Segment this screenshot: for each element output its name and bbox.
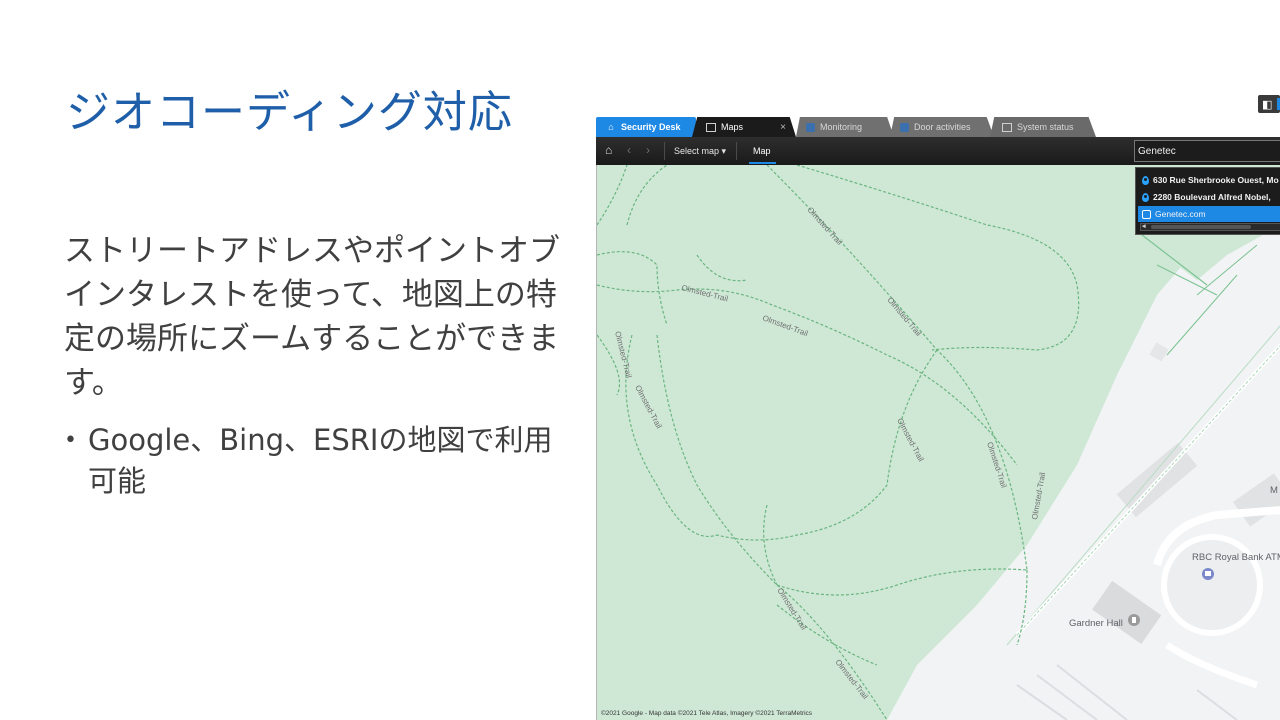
toolbar-divider (736, 142, 737, 160)
search-result-item[interactable]: 630 Rue Sherbrooke Ouest, Mo (1138, 172, 1280, 188)
slide-bullet-text: Google、Bing、ESRIの地図で利用可能 (88, 423, 553, 498)
search-result-label: 2280 Boulevard Alfred Nobel, (1153, 192, 1271, 202)
tab-security-desk-label: Security Desk (621, 122, 681, 132)
tab-bar: ⌂ Security Desk Maps × Monitoring Door a… (596, 117, 1280, 137)
search-results-dropdown: 630 Rue Sherbrooke Ouest, Mo 2280 Boulev… (1135, 167, 1280, 235)
map-attribution: ©2021 Google - Map data ©2021 Tele Atlas… (601, 710, 813, 717)
search-result-label: 630 Rue Sherbrooke Ouest, Mo (1153, 175, 1279, 185)
close-icon[interactable]: × (780, 122, 786, 133)
forward-arrow-icon[interactable]: › (646, 143, 650, 157)
security-desk-window: ◧ ⌂ Security Desk Maps × Monitoring Door… (596, 85, 1280, 720)
map-view-tab[interactable]: Map (753, 146, 771, 156)
tab-monitoring-label: Monitoring (820, 122, 863, 132)
system-status-icon (1002, 122, 1012, 132)
location-pin-icon (1142, 192, 1149, 202)
location-pin-icon (1142, 175, 1149, 185)
tab-door-activities-label: Door activities (914, 122, 971, 132)
tab-security-desk[interactable]: ⌂ Security Desk (596, 117, 696, 137)
poi-rbc-label: RBC Royal Bank ATM (1192, 552, 1280, 563)
toolbar-divider (664, 142, 665, 160)
map-toolbar: ⌂ ‹ › Select map ▾ Map (596, 137, 1280, 165)
bank-pin-icon[interactable] (1202, 568, 1214, 580)
tab-door-activities[interactable]: Door activities (890, 117, 994, 137)
tab-monitoring[interactable]: Monitoring (796, 117, 894, 137)
maps-icon (706, 122, 716, 132)
map-tab-indicator (749, 162, 776, 164)
website-icon (1142, 209, 1151, 219)
monitoring-icon (806, 122, 815, 132)
horizontal-scrollbar[interactable]: ◂ (1140, 223, 1280, 231)
poi-partial-label: M (1270, 485, 1278, 496)
tab-system-status-label: System status (1017, 122, 1074, 132)
search-result-label: Genetec.com (1155, 209, 1206, 219)
slide-title: ジオコーディング対応 (66, 87, 513, 138)
tab-maps-label: Maps (721, 122, 744, 132)
tab-system-status[interactable]: System status (990, 117, 1096, 137)
back-arrow-icon[interactable]: ‹ (627, 143, 631, 157)
home-icon: ⌂ (608, 122, 614, 132)
search-result-item[interactable]: 2280 Boulevard Alfred Nobel, (1138, 189, 1280, 205)
slide-bullet: • Google、Bing、ESRIの地図で利用可能 (64, 420, 574, 502)
map-canvas[interactable]: Olmsted-Trail Olmsted-Trail Olmsted-Trai… (596, 165, 1280, 720)
tab-maps[interactable]: Maps × (692, 117, 796, 137)
poi-gardner-label: Gardner Hall (1069, 618, 1123, 629)
map-graphic: Olmsted-Trail Olmsted-Trail Olmsted-Trai… (597, 165, 1280, 720)
slide-body-text: ストリートアドレスやポイントオブインタレストを使って、地図上の特定の場所にズーム… (64, 233, 560, 401)
building-pin-icon[interactable] (1128, 614, 1140, 626)
scrollbar-thumb[interactable] (1151, 225, 1251, 229)
scroll-left-icon[interactable]: ◂ (1142, 222, 1146, 230)
geocode-search-input[interactable] (1134, 140, 1280, 162)
select-map-dropdown[interactable]: Select map ▾ (674, 146, 726, 157)
home-icon[interactable]: ⌂ (605, 144, 617, 156)
app-logo-icon: ◧ (1258, 95, 1280, 113)
door-icon (900, 122, 909, 132)
bullet-dot-icon: • (64, 428, 77, 453)
search-result-item-selected[interactable]: Genetec.com (1138, 206, 1280, 222)
